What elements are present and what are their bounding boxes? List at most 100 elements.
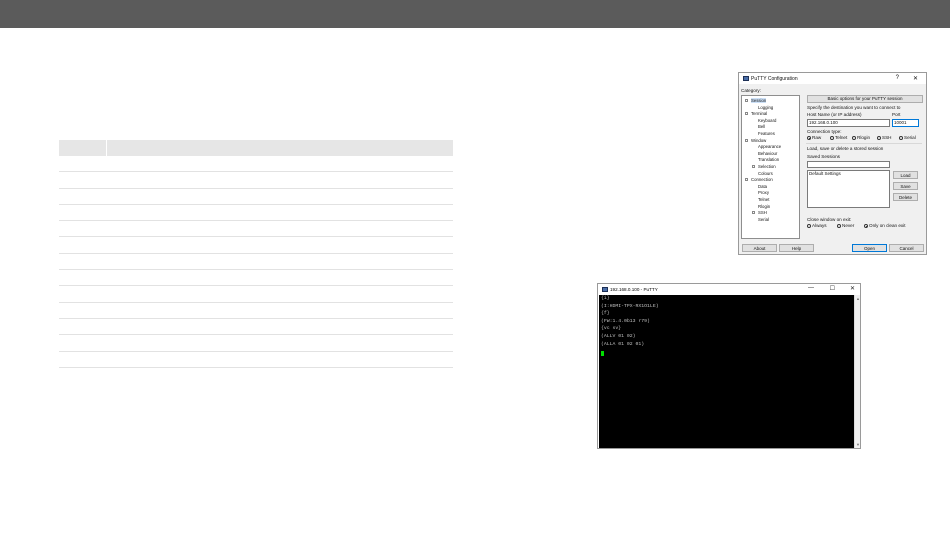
load-save-label: Load, save or delete a stored session (807, 146, 884, 151)
category-label: Category: (741, 88, 761, 93)
tree-item-serial[interactable]: Serial (758, 217, 769, 222)
help-icon[interactable]: ? (896, 75, 899, 81)
tree-item-rlogin[interactable]: Rlogin (758, 204, 770, 209)
minimize-icon[interactable]: — (808, 285, 814, 291)
table-row (59, 205, 453, 222)
table-row (59, 237, 453, 254)
close-icon[interactable]: ✕ (850, 285, 855, 292)
close-exit-label: Close window on exit: (807, 217, 852, 222)
conn-type-radio-rlogin[interactable] (852, 136, 856, 140)
tree-item-telnet[interactable]: Telnet (758, 197, 769, 202)
open-button[interactable]: Open (852, 244, 887, 252)
tree-item-behaviour[interactable]: Behaviour (758, 151, 777, 156)
tree-expander-icon[interactable] (752, 165, 755, 168)
terminal-line: (ALLA 01 02 01) (601, 341, 645, 347)
tree-item-proxy[interactable]: Proxy (758, 190, 769, 195)
close-exit-option-label: Only on clean exit (869, 223, 906, 228)
top-header-bar (0, 0, 950, 28)
tree-item-ssh[interactable]: SSH (758, 210, 767, 215)
conn-type-radio-ssh[interactable] (877, 136, 881, 140)
table-row (59, 286, 453, 303)
conn-type-radio-raw[interactable] (807, 136, 811, 140)
tree-expander-icon[interactable] (752, 211, 755, 215)
saved-sessions-label: Saved Sessions (807, 154, 840, 159)
putty-config-window: PuTTY Configuration ? ✕ Category: Sessio… (738, 72, 927, 255)
save-button[interactable]: Save (893, 182, 918, 190)
about-button[interactable]: About (742, 244, 777, 252)
tree-expander-icon[interactable] (745, 112, 748, 116)
terminal-line: (ALLV 01 02) (601, 334, 636, 339)
table-row (59, 156, 453, 173)
tree-expander-icon[interactable] (745, 138, 748, 142)
close-exit-radio[interactable] (807, 224, 811, 228)
tree-item-keyboard[interactable]: Keyboard (758, 118, 776, 123)
putty-terminal-window: 192.168.0.100 - PuTTY — ☐ ✕ {i} (I:HDMI-T… (597, 283, 861, 449)
category-tree[interactable]: Session Logging Terminal Keyboard Bell Featur… (741, 95, 800, 239)
terminal-line: (I:HDMI-TPX-RX1O1LE) (601, 303, 659, 309)
tree-item-window[interactable]: Window (751, 138, 766, 143)
cancel-button[interactable]: Cancel (889, 244, 924, 252)
table-row (59, 221, 453, 238)
tree-item-connection[interactable]: Connection (751, 177, 773, 182)
close-exit-radio[interactable] (837, 224, 841, 228)
terminal-line: {i} (601, 296, 610, 301)
putty-icon (602, 287, 608, 292)
table-row (59, 303, 453, 319)
table-row (59, 172, 453, 189)
close-icon[interactable]: ✕ (913, 75, 918, 82)
basic-options-header: Basic options for your PuTTY session (807, 95, 923, 103)
saved-sessions-input[interactable] (807, 161, 890, 168)
conn-type-radio-serial[interactable] (899, 136, 903, 140)
close-exit-option-label: Never (842, 223, 855, 228)
tree-item-session[interactable]: Session (751, 98, 767, 103)
table-row (59, 270, 453, 287)
table-row (59, 189, 453, 205)
close-exit-option-label: Always (812, 223, 827, 228)
session-item[interactable]: Default Settings (809, 171, 889, 177)
sessions-list[interactable]: Default Settings (807, 170, 890, 208)
title-bar: PuTTY Configuration ? ✕ (739, 73, 926, 84)
maximize-icon[interactable]: ☐ (830, 285, 835, 292)
tree-item-features[interactable]: Features (758, 131, 775, 136)
putty-icon (743, 76, 749, 81)
scrollbar[interactable]: ▲ ▼ (854, 295, 860, 448)
table-row (59, 319, 453, 336)
tree-item-bell[interactable]: Bell (758, 124, 765, 129)
tree-item-terminal[interactable]: Terminal (751, 111, 767, 116)
terminal-line: {vc sv} (601, 326, 622, 332)
tree-item-appearance[interactable]: Appearance (758, 144, 781, 149)
port-input[interactable]: 10001 (892, 119, 919, 127)
data-table (59, 140, 453, 368)
conn-type-radio-telnet[interactable] (830, 136, 834, 140)
table-header (59, 140, 453, 156)
conn-type-label: Raw (812, 135, 822, 140)
tree-expander-icon[interactable] (745, 99, 748, 102)
terminal-line: {f} (601, 311, 610, 317)
tree-item-data[interactable]: Data (758, 184, 767, 189)
separator (806, 143, 922, 144)
conn-type-label: Rlogin (857, 135, 871, 140)
tree-item-selection[interactable]: Selection (758, 164, 776, 169)
terminal-title: 192.168.0.100 - PuTTY (610, 287, 658, 292)
terminal-line: (FW:1.4.0b13 r79) (601, 318, 650, 324)
terminal-title-bar: 192.168.0.100 - PuTTY — ☐ ✕ (598, 284, 860, 295)
delete-button[interactable]: Delete (893, 193, 918, 201)
tree-item-logging[interactable]: Logging (758, 105, 773, 110)
port-label: Port (892, 112, 901, 117)
scroll-down-icon[interactable]: ▼ (856, 442, 860, 447)
destination-label: Specify the destination you want to conn… (807, 105, 901, 110)
tree-expander-icon[interactable] (745, 178, 748, 182)
host-input[interactable]: 192.168.0.100 (807, 119, 890, 127)
help-button[interactable]: Help (779, 244, 814, 252)
table-row (59, 335, 453, 352)
close-exit-radio[interactable] (864, 224, 868, 228)
tree-item-translation[interactable]: Translation (758, 157, 779, 162)
table-row (59, 352, 453, 368)
tree-item-colours[interactable]: Colours (758, 171, 773, 176)
conn-type-label: Telnet (835, 135, 848, 140)
scroll-up-icon[interactable]: ▲ (856, 296, 860, 301)
terminal-screen[interactable]: {i} (I:HDMI-TPX-RX1O1LE) {f} (FW:1.4.0b13 r… (599, 295, 854, 448)
load-button[interactable]: Load (893, 171, 918, 179)
conn-type-label: Serial (904, 135, 916, 140)
terminal-cursor (601, 351, 604, 356)
